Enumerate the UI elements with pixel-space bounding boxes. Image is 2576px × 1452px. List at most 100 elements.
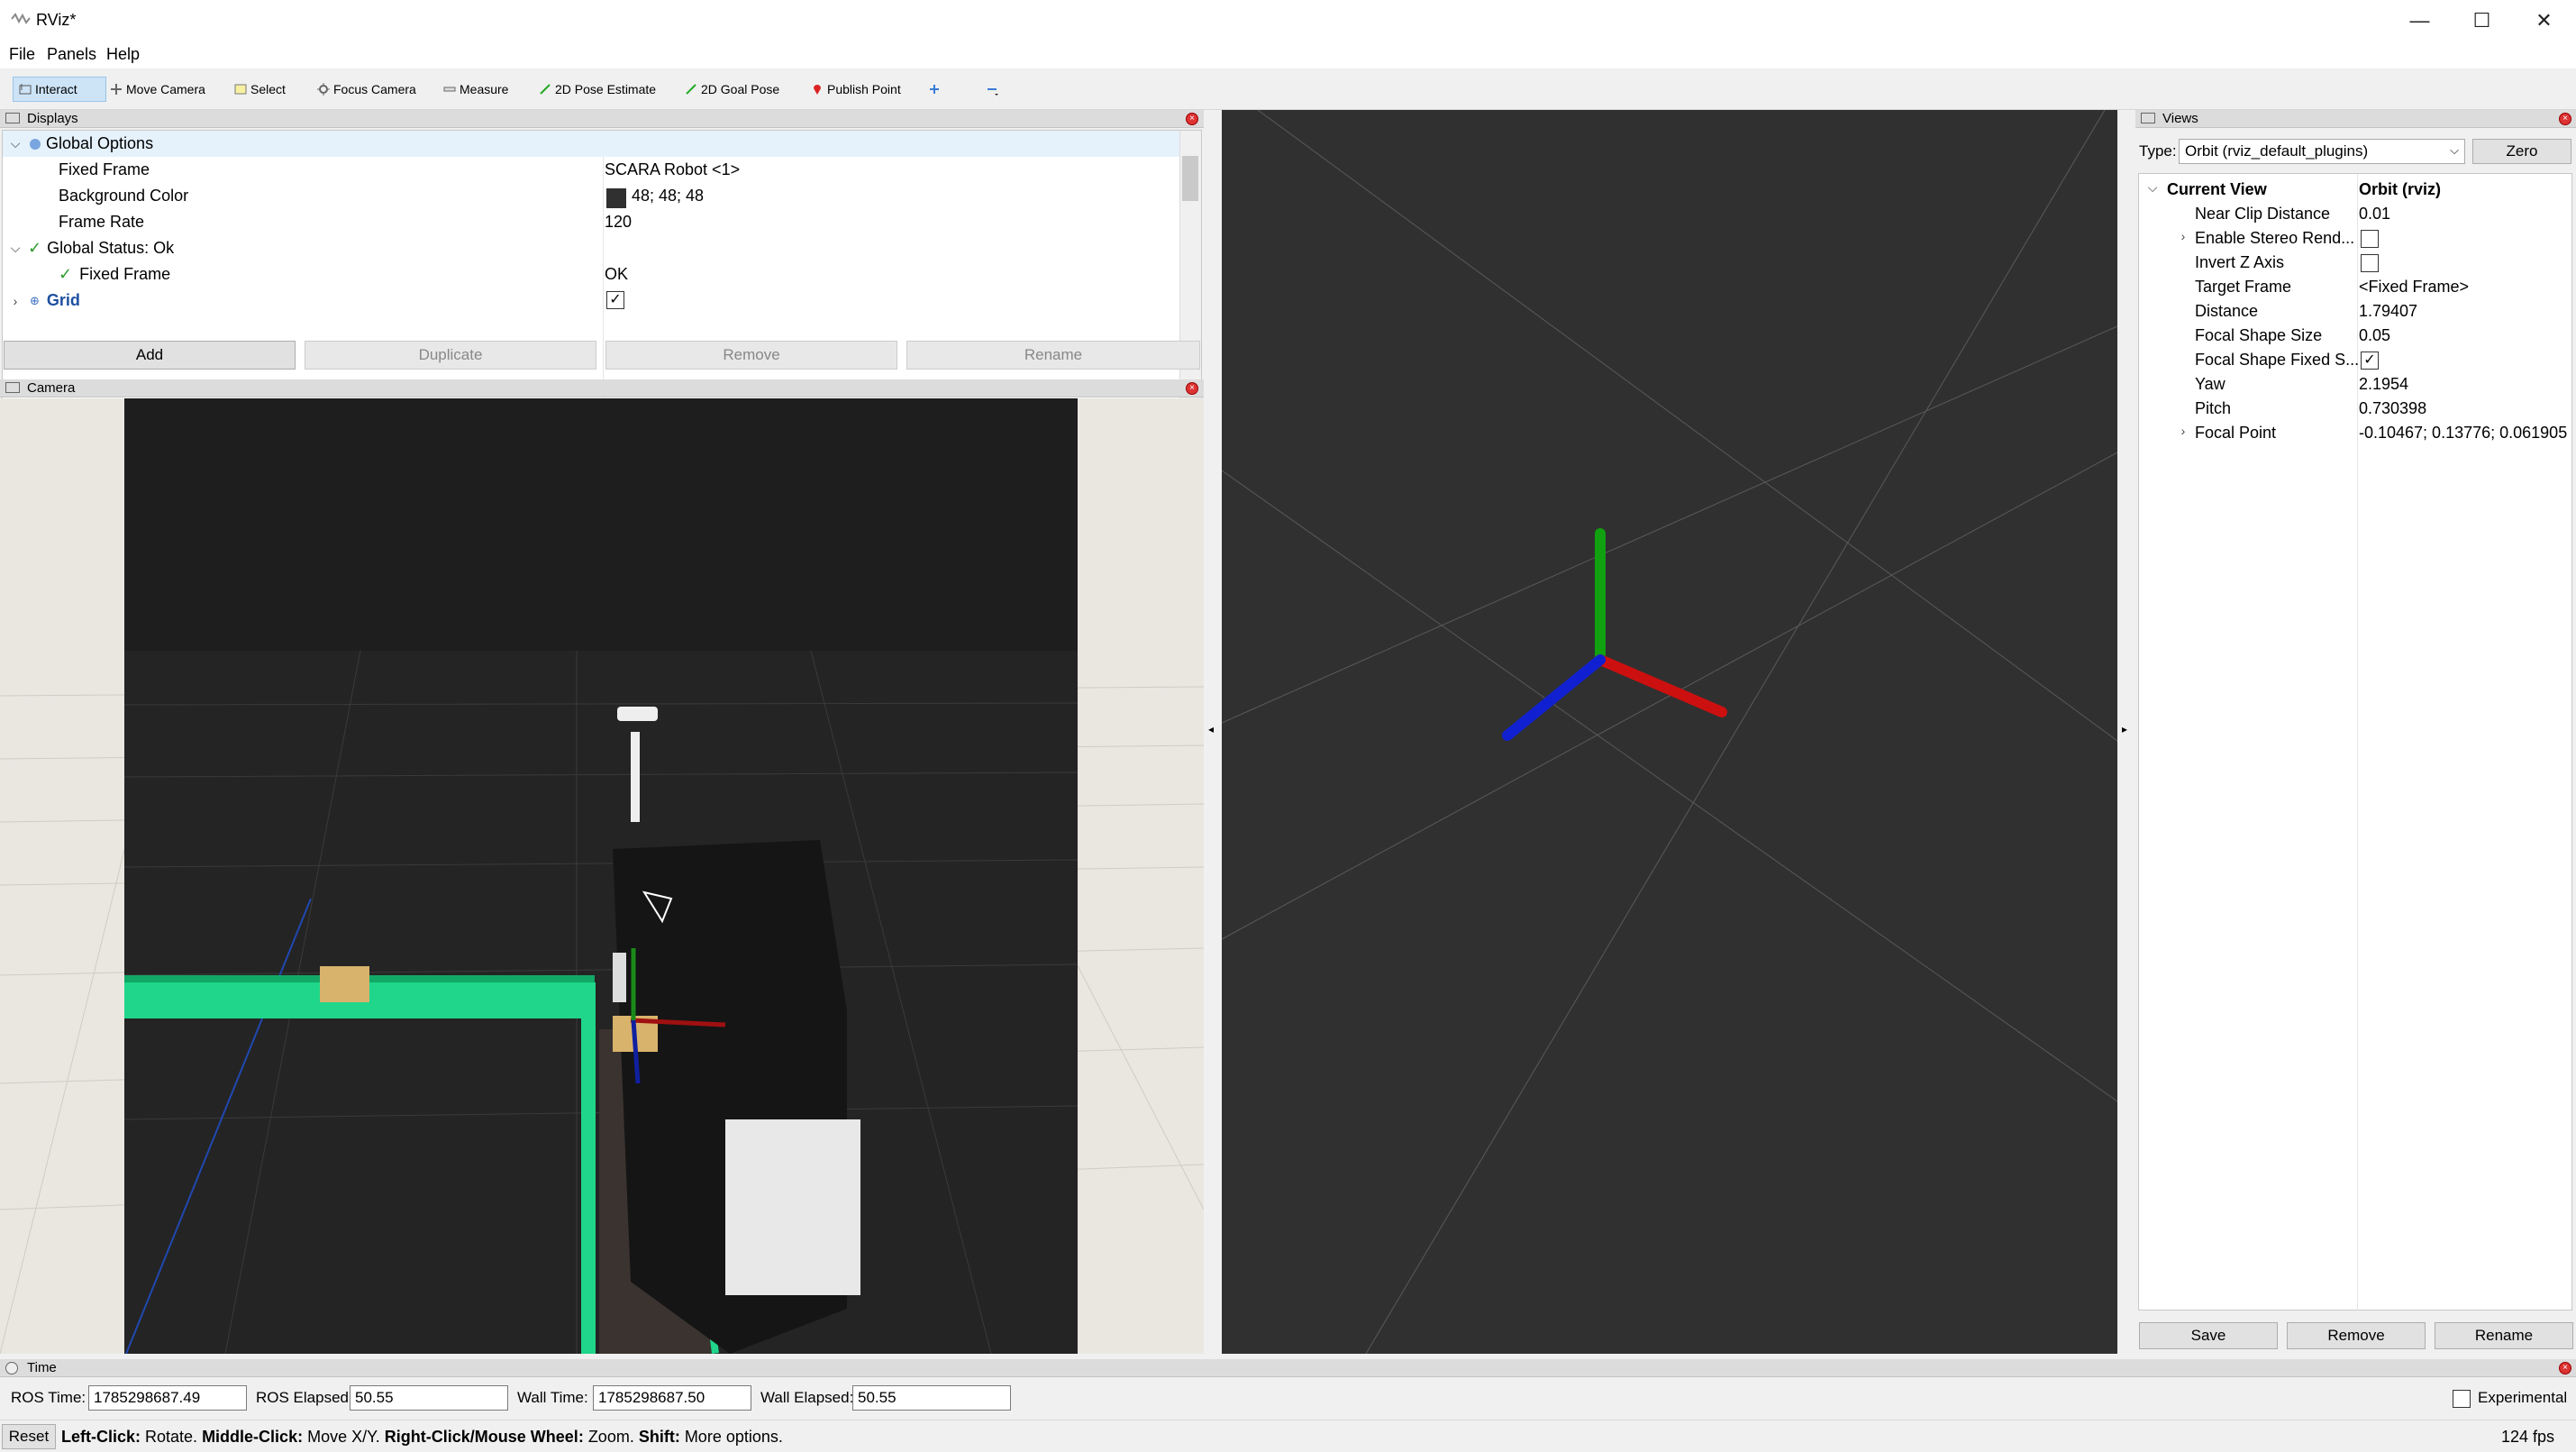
minimize-button[interactable]: — — [2389, 0, 2451, 41]
prop-row-yaw[interactable]: Yaw 2.1954 — [2138, 373, 2576, 397]
checkmark-icon: ✓ — [59, 265, 73, 283]
duplicate-button[interactable]: Duplicate — [305, 341, 596, 370]
rename-view-button[interactable]: Rename — [2435, 1322, 2573, 1349]
tree-row-global-status[interactable]: ⌵ ✓ Global Status: Ok — [3, 235, 174, 261]
prop-value[interactable]: 1.79407 — [2359, 302, 2417, 321]
tree-label: Grid — [46, 291, 80, 309]
collapse-left-icon[interactable]: ◂ — [1208, 723, 1214, 735]
background-color-value[interactable]: 48; 48; 48 — [632, 187, 704, 205]
prop-row-focal-shape-fixed[interactable]: Focal Shape Fixed S... ✓ — [2138, 349, 2576, 373]
menu-help[interactable]: Help — [106, 45, 140, 64]
status-bar: Reset Left-Click: Rotate. Middle-Click: … — [0, 1420, 2576, 1452]
displays-close-icon[interactable]: × — [1186, 113, 1198, 125]
frame-rate-value[interactable]: 120 — [605, 213, 632, 232]
toolbar: Interact Move Camera Select Focus Camera… — [0, 68, 2576, 110]
close-button[interactable]: ✕ — [2513, 0, 2575, 41]
ros-elapsed-field[interactable]: 50.55 — [350, 1385, 508, 1411]
prop-value[interactable]: 2.1954 — [2359, 375, 2408, 394]
time-close-icon[interactable]: × — [2559, 1362, 2571, 1374]
color-swatch[interactable] — [606, 188, 626, 208]
remove-view-button[interactable]: Remove — [2287, 1322, 2426, 1349]
ros-time-field[interactable]: 1785298687.49 — [88, 1385, 247, 1411]
tool-move-camera[interactable]: Move Camera — [105, 77, 211, 102]
maximize-button[interactable]: ☐ — [2451, 0, 2513, 41]
invert-z-checkbox[interactable] — [2361, 254, 2379, 272]
prop-row-near-clip[interactable]: Near Clip Distance 0.01 — [2138, 203, 2576, 227]
tree-row-fixed-frame[interactable]: Fixed Frame — [3, 157, 150, 183]
camera-close-icon[interactable]: × — [1186, 382, 1198, 395]
hint-text: Move X/Y. — [303, 1428, 385, 1446]
move-camera-icon — [111, 84, 122, 95]
tool-label: 2D Pose Estimate — [555, 82, 657, 96]
zero-button[interactable]: Zero — [2472, 139, 2571, 164]
stereo-checkbox[interactable] — [2361, 230, 2379, 248]
prop-value[interactable]: 0.730398 — [2359, 399, 2426, 418]
prop-row-invert-z[interactable]: Invert Z Axis — [2138, 251, 2576, 276]
expand-icon[interactable]: › — [6, 294, 24, 308]
tool-measure[interactable]: Measure — [438, 77, 514, 102]
scrollbar-thumb[interactable] — [1182, 156, 1198, 201]
tree-row-global-options[interactable]: ⌵ Global Options — [3, 131, 1179, 157]
fps-readout: 124 fps — [2501, 1428, 2555, 1446]
focal-shape-fixed-checkbox[interactable]: ✓ — [2361, 352, 2379, 370]
tool-focus-camera[interactable]: Focus Camera — [312, 77, 422, 102]
prop-row-focal-shape-size[interactable]: Focal Shape Size 0.05 — [2138, 324, 2576, 349]
tree-label: Fixed Frame — [79, 265, 171, 283]
current-view-row[interactable]: ⌵ Current View Orbit (rviz) — [2138, 178, 2576, 203]
collapse-icon[interactable]: ⌵ — [6, 241, 24, 256]
prop-row-distance[interactable]: Distance 1.79407 — [2138, 300, 2576, 324]
tool-2d-pose-estimate[interactable]: 2D Pose Estimate — [533, 77, 661, 102]
left-splitter[interactable]: ◂ — [1204, 110, 1222, 1354]
prop-value[interactable]: 0.05 — [2359, 326, 2390, 345]
hint-text: Zoom. — [583, 1428, 639, 1446]
collapse-icon[interactable]: ⌵ — [6, 136, 24, 151]
prop-row-target-frame[interactable]: Target Frame <Fixed Frame> — [2138, 276, 2576, 300]
tree-row-background-color[interactable]: Background Color — [3, 183, 188, 209]
rename-display-button[interactable]: Rename — [906, 341, 1200, 370]
fixed-frame-value[interactable]: SCARA Robot <1> — [605, 160, 740, 179]
hint-key: Shift: — [638, 1428, 680, 1446]
tree-label: Background Color — [59, 187, 189, 205]
prop-row-focal-point[interactable]: › Focal Point -0.10467; 0.13776; 0.06190… — [2138, 422, 2576, 446]
expand-icon[interactable]: › — [2174, 424, 2192, 438]
tree-row-frame-rate[interactable]: Frame Rate — [3, 209, 144, 235]
grid-enable-checkbox[interactable]: ✓ — [606, 291, 624, 309]
tool-publish-point[interactable]: Publish Point — [806, 77, 906, 102]
remove-display-button[interactable]: Remove — [605, 341, 897, 370]
save-view-button[interactable]: Save — [2139, 1322, 2278, 1349]
tool-2d-goal-pose[interactable]: 2D Goal Pose — [679, 77, 785, 102]
current-view-label: Current View — [2167, 180, 2267, 198]
tree-row-grid[interactable]: › ⊕ Grid — [3, 288, 80, 314]
camera-view[interactable] — [0, 398, 1204, 1354]
prop-row-pitch[interactable]: Pitch 0.730398 — [2138, 397, 2576, 422]
wall-elapsed-label: Wall Elapsed: — [760, 1389, 854, 1406]
prop-value[interactable]: <Fixed Frame> — [2359, 278, 2469, 297]
tool-select[interactable]: Select — [229, 77, 291, 102]
title-bar: RViz* — ☐ ✕ — [0, 0, 2576, 41]
view-type-value: Orbit (rviz_default_plugins) — [2185, 142, 2369, 160]
views-close-icon[interactable]: × — [2559, 113, 2571, 125]
prop-value[interactable]: 0.01 — [2359, 205, 2390, 224]
expand-icon[interactable]: › — [2174, 229, 2192, 243]
add-tool-button[interactable] — [923, 77, 946, 102]
3d-viewport[interactable] — [1222, 110, 2117, 1354]
prop-row-stereo[interactable]: › Enable Stereo Rend... — [2138, 227, 2576, 251]
tree-row-status-fixed-frame[interactable]: ✓ Fixed Frame — [3, 261, 170, 288]
reset-button[interactable]: Reset — [2, 1424, 56, 1449]
add-button[interactable]: Add — [4, 341, 296, 370]
right-splitter[interactable]: ▸ — [2117, 110, 2135, 1354]
view-type-select[interactable]: Orbit (rviz_default_plugins) ⌵ — [2179, 139, 2465, 164]
hint-key: Right-Click/Mouse Wheel: — [384, 1428, 584, 1446]
experimental-checkbox[interactable] — [2453, 1390, 2471, 1408]
menu-panels[interactable]: Panels — [47, 45, 96, 64]
wall-elapsed-field[interactable]: 50.55 — [852, 1385, 1011, 1411]
displays-panel: Displays × ⌵ Global Options Fixed Frame … — [0, 110, 1204, 434]
remove-tool-button[interactable] — [980, 77, 1004, 102]
tool-interact[interactable]: Interact — [13, 77, 106, 102]
collapse-icon[interactable]: ⌵ — [2144, 180, 2162, 196]
prop-value[interactable]: -0.10467; 0.13776; 0.061905 — [2359, 424, 2567, 443]
menu-file[interactable]: File — [9, 45, 35, 64]
publish-point-icon — [814, 85, 821, 95]
wall-time-field[interactable]: 1785298687.50 — [593, 1385, 751, 1411]
collapse-right-icon[interactable]: ▸ — [2122, 723, 2127, 735]
